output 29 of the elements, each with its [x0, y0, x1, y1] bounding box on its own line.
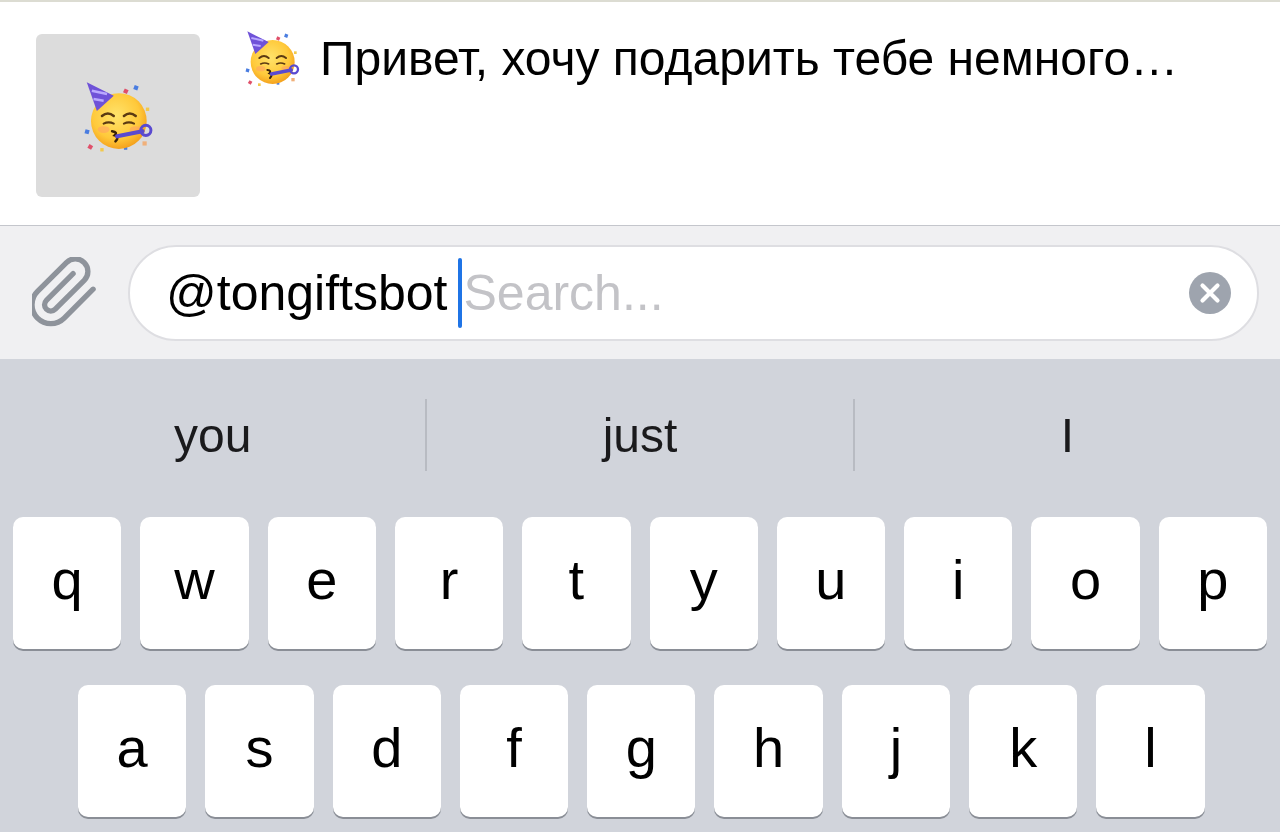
suggestion-button[interactable]: I: [854, 399, 1280, 471]
keyboard-key[interactable]: l: [1096, 685, 1205, 817]
search-placeholder: Search...: [463, 263, 664, 322]
keyboard-key[interactable]: a: [78, 685, 187, 817]
keyboard-key[interactable]: p: [1158, 517, 1267, 649]
keyboard-key[interactable]: d: [332, 685, 441, 817]
keyboard-key[interactable]: y: [649, 517, 758, 649]
keyboard-key[interactable]: o: [1031, 517, 1140, 649]
message-preview-text: Привет, хочу подарить тебе немного…: [320, 30, 1179, 86]
keyboard-key[interactable]: s: [205, 685, 314, 817]
keyboard-key[interactable]: j: [841, 685, 951, 817]
keyboard-key[interactable]: r: [394, 517, 504, 649]
keyboard-key[interactable]: e: [267, 517, 376, 649]
clear-button[interactable]: [1188, 270, 1232, 315]
keyboard-key[interactable]: u: [776, 517, 886, 649]
keyboard-key[interactable]: g: [587, 685, 696, 817]
keyboard-key[interactable]: k: [969, 685, 1078, 817]
query-text: @tongiftsbot: [166, 263, 448, 322]
keyboard-key[interactable]: f: [459, 685, 569, 817]
search-field[interactable]: @tongiftsbot Search...: [128, 244, 1259, 341]
keyboard-key[interactable]: i: [904, 517, 1013, 649]
keyboard-key[interactable]: h: [714, 685, 823, 817]
keyboard-key[interactable]: w: [140, 517, 249, 649]
keyboard-key[interactable]: q: [13, 517, 122, 649]
keyboard-key[interactable]: t: [522, 517, 631, 649]
paperclip-icon: [32, 256, 98, 329]
suggestion-button[interactable]: just: [427, 399, 853, 471]
suggestion-button[interactable]: you: [0, 399, 426, 471]
clear-icon: [1188, 270, 1232, 315]
